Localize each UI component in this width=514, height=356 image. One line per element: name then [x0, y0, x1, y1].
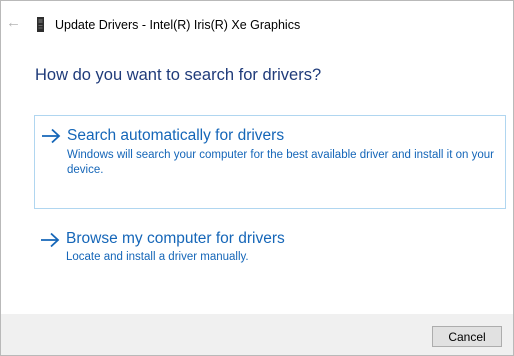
cancel-button[interactable]: Cancel — [432, 326, 502, 347]
dialog-footer: Cancel — [1, 314, 513, 355]
right-arrow-icon — [42, 128, 61, 144]
browse-computer-option[interactable]: Browse my computer for drivers Locate an… — [34, 219, 506, 273]
option-description: Locate and install a driver manually. — [66, 251, 249, 263]
option-title: Browse my computer for drivers — [66, 230, 285, 247]
search-automatically-option[interactable]: Search automatically for drivers Windows… — [34, 115, 506, 209]
option-description: Windows will search your computer for th… — [67, 149, 494, 176]
graphics-device-icon — [37, 17, 44, 32]
page-heading: How do you want to search for drivers? — [35, 66, 322, 84]
back-arrow-icon[interactable]: ← — [6, 15, 21, 30]
option-title: Search automatically for drivers — [67, 127, 285, 144]
right-arrow-icon — [41, 232, 60, 248]
window-title: Update Drivers - Intel(R) Iris(R) Xe Gra… — [55, 18, 301, 32]
title-bar: ← Update Drivers - Intel(R) Iris(R) Xe G… — [1, 1, 513, 47]
update-drivers-dialog: ← Update Drivers - Intel(R) Iris(R) Xe G… — [0, 0, 514, 356]
